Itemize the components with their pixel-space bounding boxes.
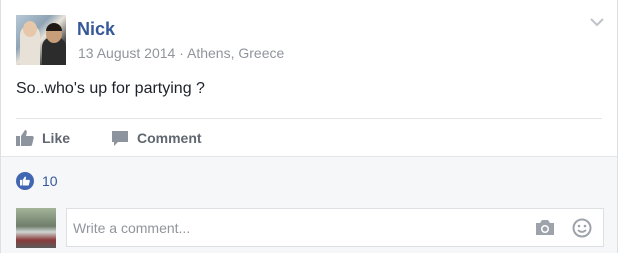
author-avatar[interactable] — [16, 15, 66, 65]
comment-input[interactable] — [73, 218, 513, 238]
commenter-avatar — [16, 208, 56, 248]
thumbs-up-icon — [16, 130, 34, 146]
comment-button[interactable]: Comment — [111, 128, 202, 148]
comment-label: Comment — [137, 130, 202, 146]
comment-bubble-icon — [112, 130, 128, 146]
chevron-down-icon[interactable] — [589, 14, 605, 30]
reactions-summary[interactable]: 10 — [16, 172, 58, 190]
author-name[interactable]: Nick — [77, 19, 115, 40]
like-reaction-icon — [16, 172, 34, 190]
meta-separator: · — [179, 45, 184, 61]
post-card: Nick 13 August 2014 · Athens, Greece So.… — [0, 0, 618, 253]
like-label: Like — [42, 130, 71, 146]
emoji-icon[interactable] — [572, 218, 592, 238]
comments-section: 10 — [1, 156, 617, 253]
camera-icon[interactable] — [535, 219, 555, 236]
comment-box — [66, 208, 604, 247]
post-meta: 13 August 2014 · Athens, Greece — [78, 45, 284, 61]
post-location[interactable]: Athens, Greece — [187, 45, 284, 61]
post-text: So..who's up for partying ? — [16, 80, 205, 97]
post-date[interactable]: 13 August 2014 — [78, 45, 175, 61]
like-button[interactable]: Like — [16, 128, 70, 148]
divider — [16, 118, 602, 119]
reaction-count: 10 — [42, 173, 58, 189]
